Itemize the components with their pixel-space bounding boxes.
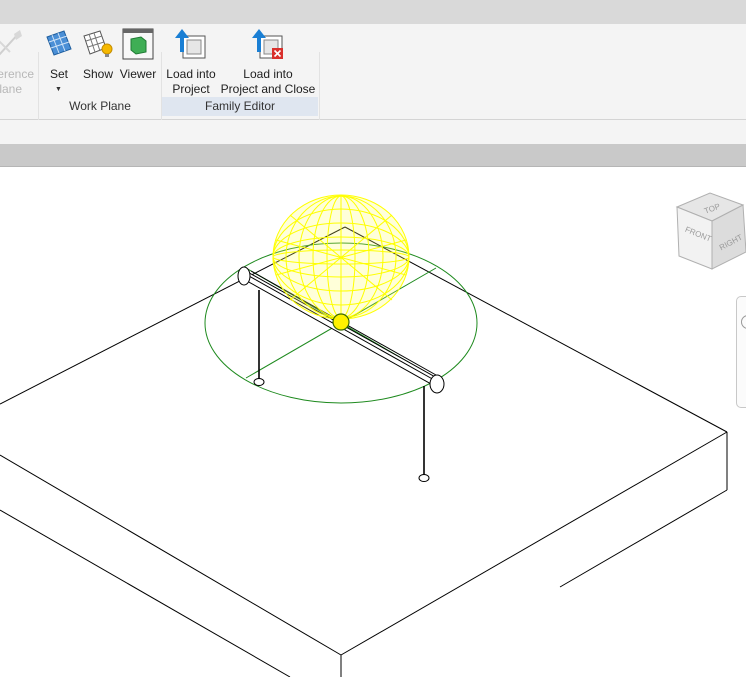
load-into-project-label-2: Project — [172, 82, 210, 96]
show-button[interactable]: Show — [80, 28, 116, 94]
viewer-cube-icon — [122, 28, 154, 60]
show-label: Show — [82, 67, 114, 81]
reference-plane-label-2: lane — [0, 82, 22, 96]
navigation-bar[interactable] — [736, 296, 746, 408]
load-into-project-label-1: Load into — [166, 67, 216, 81]
drawing-canvas[interactable] — [0, 167, 746, 677]
title-strip — [0, 0, 746, 24]
navigation-wheel-icon[interactable] — [741, 315, 746, 329]
work-plane-grid-icon — [46, 30, 72, 56]
panel-label-work-plane[interactable]: Work Plane — [40, 97, 160, 116]
load-close-icon — [252, 29, 283, 59]
viewer-label: Viewer — [119, 67, 157, 81]
load-into-project-and-close-label-2: Project and Close — [220, 82, 316, 96]
grid-bulb-icon — [83, 30, 113, 57]
set-button[interactable]: Set ▼ — [42, 28, 76, 94]
view-tab-bar — [0, 144, 746, 167]
panel-label-family-editor[interactable]: Family Editor — [162, 97, 318, 116]
load-arrow-icon — [175, 29, 206, 59]
reference-plane-button[interactable]: erence lane — [0, 28, 34, 98]
pencil-icon — [0, 30, 22, 56]
load-into-project-and-close-label-1: Load into — [243, 67, 293, 81]
reference-plane-label-1: erence — [0, 67, 34, 81]
set-dropdown-caret[interactable]: ▼ — [55, 82, 62, 97]
load-into-project-button[interactable]: Load into Project — [162, 28, 220, 96]
load-into-project-and-close-button[interactable]: Load into Project and Close — [220, 28, 316, 96]
options-bar — [0, 120, 746, 144]
set-label: Set — [49, 67, 68, 81]
viewer-button[interactable]: Viewer — [118, 28, 158, 94]
